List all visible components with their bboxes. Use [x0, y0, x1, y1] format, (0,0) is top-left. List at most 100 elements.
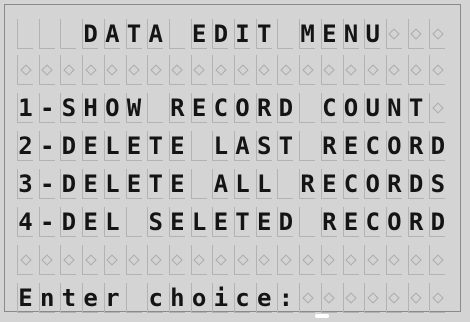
lcd-char-cell: c: [234, 283, 250, 313]
lcd-char-cell: R: [407, 131, 424, 161]
lcd-char-cell: -: [38, 207, 55, 237]
lcd-empty-cell: [299, 245, 316, 275]
lcd-char-cell: D: [429, 131, 446, 161]
lcd-char-cell: o: [190, 283, 207, 313]
lcd-char-cell: e: [255, 283, 272, 313]
lcd-char-cell: -: [38, 169, 55, 199]
lcd-char-cell: R: [299, 169, 316, 199]
lcd-char-cell: E: [342, 207, 359, 237]
lcd-char-cell: U: [364, 93, 381, 123]
lcd-empty-cell: [407, 55, 424, 85]
lcd-char-cell: S: [255, 131, 272, 161]
lcd-empty-cell: [407, 245, 424, 275]
lcd-char-cell: T: [147, 169, 164, 199]
lcd-char-cell: R: [320, 131, 337, 161]
lcd-char-cell: T: [147, 131, 164, 161]
lcd-char-cell: C: [320, 93, 337, 123]
lcd-char-cell: C: [342, 169, 359, 199]
lcd-empty-cell: [168, 245, 185, 275]
input-cursor[interactable]: [315, 314, 329, 318]
lcd-char-cell: U: [364, 19, 381, 49]
lcd-char-cell: C: [364, 131, 381, 161]
lcd-space-cell: _: [190, 169, 207, 199]
lcd-char-cell: D: [429, 207, 446, 237]
lcd-char-cell: :: [277, 283, 294, 313]
lcd-char-cell: E: [255, 207, 272, 237]
lcd-char-cell: E: [212, 207, 229, 237]
lcd-char-cell: E: [168, 169, 185, 199]
lcd-char-cell: A: [103, 19, 120, 49]
lcd-char-cell: O: [234, 93, 250, 123]
lcd-char-cell: 4: [17, 207, 33, 237]
lcd-char-cell: C: [212, 93, 229, 123]
lcd-char-cell: t: [60, 283, 77, 313]
lcd-char-cell: E: [168, 131, 185, 161]
lcd-empty-cell: [255, 55, 272, 85]
lcd-char-cell: R: [320, 207, 337, 237]
lcd-char-cell: D: [277, 93, 294, 123]
lcd-char-cell: S: [429, 169, 446, 199]
lcd-char-cell: L: [103, 131, 120, 161]
lcd-empty-cell: [429, 55, 446, 85]
lcd-char-cell: N: [385, 93, 402, 123]
lcd-char-cell: E: [125, 131, 142, 161]
lcd-char-cell: T: [255, 19, 272, 49]
lcd-empty-cell: [429, 283, 446, 313]
lcd-char-cell: R: [168, 93, 185, 123]
lcd-char-cell: h: [168, 283, 185, 313]
lcd-char-cell: D: [212, 19, 229, 49]
lcd-char-cell: E: [82, 169, 99, 199]
lcd-space-cell: _: [125, 283, 142, 313]
lcd-empty-cell: [147, 245, 164, 275]
lcd-char-cell: D: [60, 207, 77, 237]
lcd-char-cell: O: [385, 131, 402, 161]
lcd-char-cell: E: [17, 283, 33, 313]
lcd-char-cell: E: [168, 207, 185, 237]
lcd-empty-cell: [342, 55, 359, 85]
lcd-empty-cell: [255, 245, 272, 275]
lcd-empty-cell: [385, 283, 402, 313]
lcd-char-cell: T: [125, 19, 142, 49]
lcd-space-cell: _: [277, 19, 294, 49]
lcd-char-cell: A: [212, 169, 229, 199]
lcd-empty-cell: [38, 55, 55, 85]
lcd-empty-cell: [407, 283, 424, 313]
lcd-space-cell: _: [125, 207, 142, 237]
lcd-char-cell: L: [234, 169, 250, 199]
lcd-char-cell: e: [82, 283, 99, 313]
lcd-empty-cell: [17, 245, 33, 275]
lcd-empty-cell: [147, 55, 164, 85]
lcd-char-cell: E: [125, 169, 142, 199]
lcd-char-cell: L: [103, 169, 120, 199]
lcd-char-cell: T: [277, 131, 294, 161]
lcd-char-cell: D: [60, 169, 77, 199]
lcd-empty-cell: [320, 245, 337, 275]
lcd-char-cell: r: [103, 283, 120, 313]
lcd-space-cell: _: [147, 93, 164, 123]
lcd-space-cell: _: [190, 131, 207, 161]
lcd-space-cell: _: [168, 19, 185, 49]
lcd-char-cell: S: [147, 207, 164, 237]
lcd-space-cell: _: [277, 169, 294, 199]
lcd-char-cell: E: [82, 207, 99, 237]
lcd-char-cell: C: [364, 207, 381, 237]
lcd-empty-cell: [277, 55, 294, 85]
lcd-empty-cell: [342, 245, 359, 275]
lcd-space-cell: _: [299, 131, 316, 161]
lcd-char-cell: A: [234, 131, 250, 161]
lcd-empty-cell: [385, 19, 402, 49]
lcd-char-cell: O: [342, 93, 359, 123]
lcd-empty-cell: [342, 283, 359, 313]
lcd-char-cell: 1: [17, 93, 33, 123]
lcd-empty-cell: [38, 245, 55, 275]
lcd-char-cell: N: [342, 19, 359, 49]
lcd-char-cell: W: [125, 93, 142, 123]
lcd-empty-cell: [277, 245, 294, 275]
lcd-char-cell: R: [255, 93, 272, 123]
lcd-char-cell: D: [407, 169, 424, 199]
lcd-empty-cell: [17, 55, 33, 85]
lcd-empty-cell: [429, 19, 446, 49]
lcd-empty-cell: [407, 19, 424, 49]
lcd-char-cell: c: [147, 283, 164, 313]
lcd-empty-cell: [299, 55, 316, 85]
